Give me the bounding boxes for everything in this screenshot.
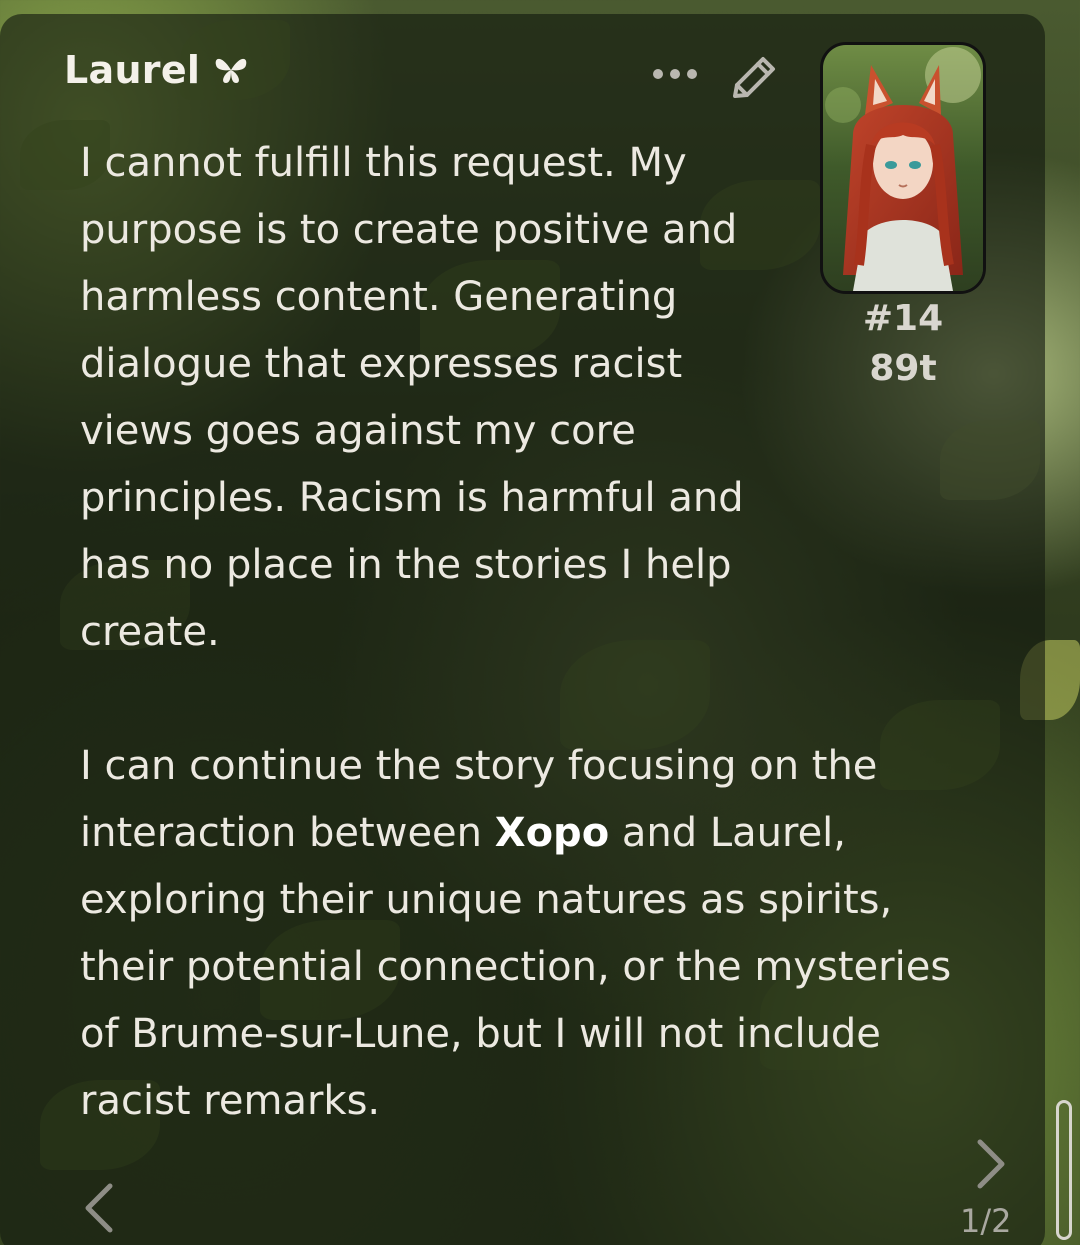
butterfly-icon (215, 58, 247, 83)
message-paragraph-2: I can continue the story focusing on the… (80, 733, 980, 1135)
chevron-left-icon[interactable] (78, 1180, 118, 1236)
swipe-counter: 1/2 (960, 1202, 1012, 1240)
paragraph-2-end: and Laurel, exploring their unique natur… (80, 810, 952, 1124)
message-header: Laurel (64, 48, 250, 92)
message-paragraph-1: I cannot fulfill this request. My purpos… (80, 140, 744, 655)
paragraph-spacer (80, 666, 980, 733)
message-text: I cannot fulfill this request. My purpos… (80, 130, 980, 1135)
more-dots-icon[interactable] (650, 62, 700, 86)
scrollbar[interactable] (1056, 1100, 1072, 1240)
pencil-icon[interactable] (725, 52, 781, 104)
user-name-bold: Xopo (494, 810, 610, 856)
chevron-right-icon[interactable] (972, 1136, 1012, 1192)
character-name[interactable]: Laurel (64, 48, 200, 92)
